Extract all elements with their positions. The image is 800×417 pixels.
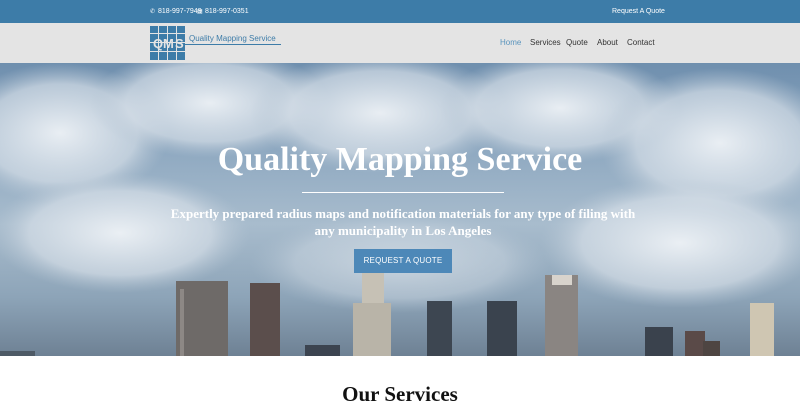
svg-text:Q: Q [153,36,163,51]
top-bar: ✆ 818-997-7949 ▤ 818-997-0351 Request A … [0,0,800,23]
svg-text:S: S [175,36,184,51]
phone-icon: ✆ [150,8,156,15]
phone-contact[interactable]: ✆ 818-997-7949 [150,8,202,15]
fax-icon: ▤ [197,8,203,15]
fax-number: 818-997-0351 [205,8,249,15]
hero-divider [302,192,504,193]
logo-underline [185,44,281,45]
nav-services[interactable]: Services [530,38,561,47]
services-heading: Our Services [342,382,458,406]
request-quote-button[interactable]: REQUEST A QUOTE [354,249,452,273]
request-quote-link[interactable]: Request A Quote [612,8,665,15]
nav-about[interactable]: About [597,38,618,47]
hero-subtitle: Expertly prepared radius maps and notifi… [170,206,636,238]
site-header: Q M S Quality Mapping Service Home Servi… [0,23,800,63]
hero-title: Quality Mapping Service [217,141,583,178]
phone-number: 818-997-7949 [158,8,202,15]
nav-quote[interactable]: Quote [566,38,588,47]
nav-home[interactable]: Home [500,38,521,47]
svg-text:M: M [163,36,174,51]
fax-contact: ▤ 818-997-0351 [197,8,249,15]
logo-wordmark[interactable]: Quality Mapping Service [189,34,276,43]
qms-logo[interactable]: Q M S [150,26,186,60]
hero-banner: Quality Mapping Service Expertly prepare… [0,63,800,356]
nav-contact[interactable]: Contact [627,38,655,47]
